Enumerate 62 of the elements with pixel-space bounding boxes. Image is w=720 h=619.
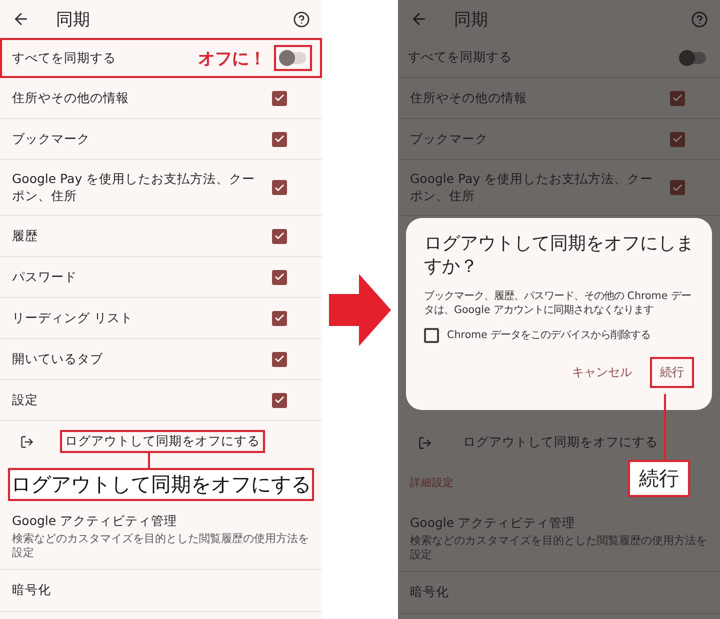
check-icon: [274, 353, 285, 365]
checkbox[interactable]: [424, 328, 439, 343]
setting-title: Google アクティビティ管理: [410, 515, 576, 532]
toggle-switch[interactable]: [280, 52, 306, 64]
checkbox[interactable]: [272, 392, 287, 408]
checkbox-label: Chrome データをこのデバイスから削除する: [447, 328, 651, 342]
dialog-message: ブックマーク、履歴、パスワード、その他の Chrome データは、Google アカウントに同期されなくなります: [424, 288, 692, 318]
setting-label: 住所やその他の情報: [410, 90, 528, 106]
checkbox[interactable]: [272, 132, 287, 146]
callout-label: 続行: [628, 460, 690, 497]
setting-label: ブックマーク: [410, 130, 489, 148]
dialog-button[interactable]: キャンセル: [562, 356, 642, 388]
sign-out-link[interactable]: ログアウトして同期をオフにする: [60, 430, 265, 453]
setting-label: パスワード: [12, 268, 78, 286]
checkbox[interactable]: [670, 132, 685, 146]
checkbox[interactable]: [272, 270, 287, 284]
leader-line: [664, 394, 666, 460]
check-icon: [274, 312, 285, 324]
annotation-text: オフに！: [198, 48, 266, 70]
check-icon: [274, 394, 285, 406]
setting-label: Google Pay を使用したお支払方法、クーポン、住所: [410, 170, 654, 204]
setting-title: Google アクティビティ管理: [12, 513, 178, 530]
checkbox[interactable]: [272, 352, 287, 366]
check-icon: [274, 271, 285, 283]
setting-label: 履歴: [12, 228, 39, 244]
check-icon: [672, 92, 683, 104]
checkbox[interactable]: [670, 90, 685, 106]
check-icon: [672, 133, 683, 145]
logout-icon: [418, 436, 432, 450]
checkbox[interactable]: [272, 228, 287, 244]
check-icon: [274, 92, 285, 104]
setting-label: 暗号化: [12, 582, 52, 599]
setting-label: 開いているタブ: [12, 350, 104, 368]
check-icon: [672, 182, 683, 194]
leader-line: [148, 453, 150, 468]
check-icon: [274, 182, 285, 194]
logout-icon: [20, 434, 34, 448]
setting-label: ブックマーク: [12, 130, 91, 148]
section-heading: 詳細設定: [410, 476, 454, 490]
checkbox[interactable]: [670, 180, 685, 195]
arrow-icon: [329, 274, 391, 346]
setting-description: 検索などのカスタマイズを目的とした閲覧履歴の使用方法を設定: [12, 532, 310, 561]
setting-description: 検索などのカスタマイズを目的とした閲覧履歴の使用方法を設定: [410, 534, 708, 563]
back-icon[interactable]: [12, 10, 30, 28]
setting-label: すべてを同期する: [12, 50, 117, 66]
check-icon: [274, 230, 285, 242]
setting-label: 設定: [12, 392, 39, 408]
setting-label: 住所やその他の情報: [12, 90, 130, 106]
toggle-switch[interactable]: [680, 52, 706, 64]
checkbox[interactable]: [272, 180, 287, 195]
setting-label: すべてを同期する: [408, 49, 513, 66]
setting-label: Google Pay を使用したお支払方法、クーポン、住所: [12, 170, 256, 204]
help-icon[interactable]: [293, 10, 310, 28]
dialog-title: ログアウトして同期をオフにしますか？: [424, 232, 694, 279]
setting-label: リーディング リスト: [12, 310, 134, 326]
dialog-button[interactable]: 続行: [650, 356, 694, 388]
check-icon: [274, 133, 285, 145]
checkbox[interactable]: [272, 310, 287, 326]
checkbox[interactable]: [272, 90, 287, 106]
screen-title: 同期: [454, 8, 489, 30]
screen-title: 同期: [56, 8, 91, 30]
setting-label: 暗号化: [410, 584, 450, 601]
